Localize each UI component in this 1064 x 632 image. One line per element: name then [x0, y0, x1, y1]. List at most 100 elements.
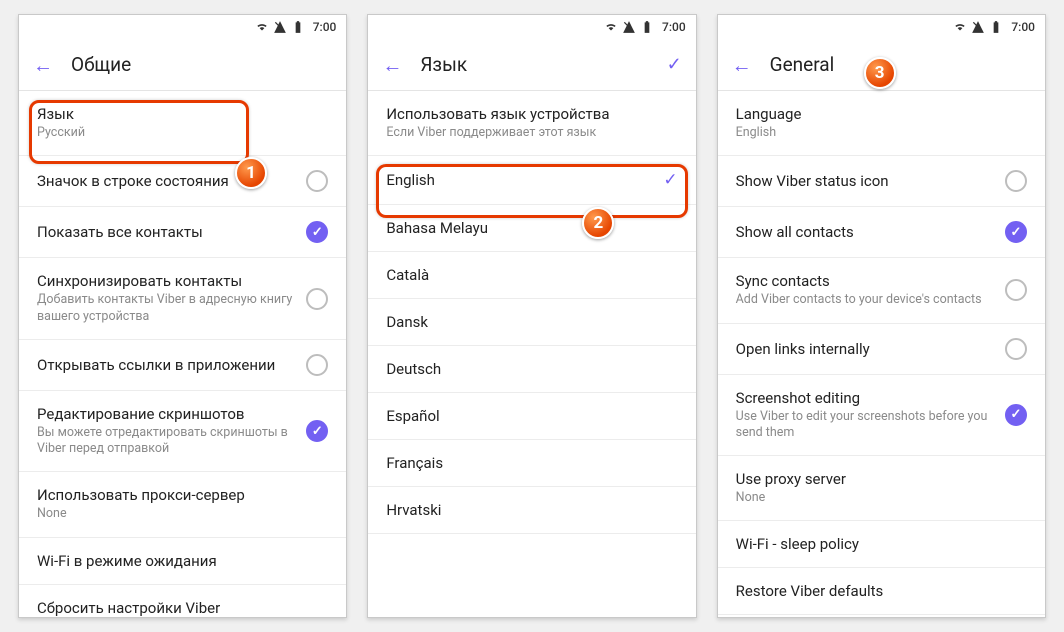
row-sub: None	[736, 490, 1027, 506]
wifi-icon	[953, 20, 967, 34]
back-icon[interactable]: ←	[382, 55, 402, 75]
battery-icon	[291, 20, 305, 34]
wifi-icon	[255, 20, 269, 34]
confirm-icon[interactable]: ✓	[667, 54, 682, 75]
row-label: Язык	[37, 105, 328, 123]
row-label: Show all contacts	[736, 223, 995, 241]
page-title: Общие	[71, 53, 332, 76]
status-bar: 7:00	[19, 15, 346, 39]
battery-icon	[989, 20, 1003, 34]
appbar: ← General	[718, 39, 1045, 91]
row-sub: Добавить контакты Viber в адресную книгу…	[37, 292, 296, 325]
row-label: Использовать прокси-сервер	[37, 486, 328, 504]
wifi-icon	[604, 20, 618, 34]
row-sub: Если Viber поддерживает этот язык	[386, 125, 677, 141]
status-bar: 7:00	[368, 15, 695, 39]
language-label: Hrvatski	[386, 501, 677, 519]
language-row[interactable]: Hrvatski	[368, 487, 695, 534]
settings-row[interactable]: Сбросить настройки Viber	[19, 585, 346, 618]
row-sub: Use Viber to edit your screenshots befor…	[736, 409, 995, 442]
settings-row[interactable]: Screenshot editing Use Viber to edit your…	[718, 375, 1045, 457]
language-label: Bahasa Melayu	[386, 219, 677, 237]
signal-icon	[273, 20, 287, 34]
row-label: Синхронизировать контакты	[37, 272, 296, 290]
settings-row[interactable]: Show Viber status icon	[718, 156, 1045, 207]
settings-row[interactable]: Use proxy server None	[718, 456, 1045, 521]
back-icon[interactable]: ←	[33, 55, 53, 75]
language-label: Català	[386, 266, 677, 284]
settings-list: ЯзыкРусский Значок в строке состояния Пока…	[19, 91, 346, 617]
appbar: ← Общие	[19, 39, 346, 91]
battery-icon	[640, 20, 654, 34]
page-title: General	[770, 53, 1031, 76]
toggle-switch[interactable]	[1005, 279, 1027, 301]
language-row[interactable]: Català	[368, 252, 695, 299]
settings-row[interactable]: Wi-Fi - sleep policy	[718, 521, 1045, 568]
use-device-language-row[interactable]: Использовать язык устройства Если Viber …	[368, 91, 695, 156]
settings-row[interactable]: Использовать прокси-сервер None	[19, 472, 346, 537]
language-label: Español	[386, 407, 677, 425]
row-label: Open links internally	[736, 340, 995, 358]
row-label: Sync contacts	[736, 272, 995, 290]
row-label: Значок в строке состояния	[37, 172, 296, 190]
row-label: Use proxy server	[736, 470, 1027, 488]
phone-screen-2: 7:00 ← Язык ✓ Использовать язык устройст…	[367, 14, 696, 618]
row-sub: Add Viber contacts to your device's cont…	[736, 292, 995, 308]
row-label: Показать все контакты	[37, 223, 296, 241]
settings-row[interactable]: LanguageEnglish	[718, 91, 1045, 156]
row-label: Screenshot editing	[736, 389, 995, 407]
row-sub: English	[736, 125, 1027, 141]
settings-row[interactable]: Синхронизировать контакты Добавить контак…	[19, 258, 346, 340]
language-label: Français	[386, 454, 677, 472]
language-label: Dansk	[386, 313, 677, 331]
back-icon[interactable]: ←	[732, 55, 752, 75]
toggle-switch[interactable]	[306, 288, 328, 310]
row-label: Show Viber status icon	[736, 172, 995, 190]
signal-icon	[622, 20, 636, 34]
row-sub: None	[37, 506, 328, 522]
page-title: Язык	[420, 53, 648, 76]
language-label: Deutsch	[386, 360, 677, 378]
settings-row[interactable]: Open links internally	[718, 324, 1045, 375]
toggle-switch[interactable]	[1005, 170, 1027, 192]
row-label: Использовать язык устройства	[386, 105, 677, 123]
settings-row[interactable]: Редактирование скриншотов Вы можете отред…	[19, 391, 346, 473]
language-row[interactable]: Bahasa Melayu	[368, 205, 695, 252]
clock: 7:00	[1011, 20, 1035, 34]
settings-row[interactable]: ЯзыкРусский	[19, 91, 346, 156]
settings-row[interactable]: Wi-Fi в режиме ожидания	[19, 538, 346, 585]
appbar: ← Язык ✓	[368, 39, 695, 91]
toggle-switch[interactable]	[306, 170, 328, 192]
toggle-switch[interactable]	[306, 354, 328, 376]
toggle-switch[interactable]	[1005, 338, 1027, 360]
language-row[interactable]: Español	[368, 393, 695, 440]
status-bar: 7:00	[718, 15, 1045, 39]
phone-screen-1: 7:00 ← Общие ЯзыкРусский Значок в строке …	[18, 14, 347, 618]
signal-icon	[971, 20, 985, 34]
toggle-switch[interactable]	[1005, 404, 1027, 426]
language-row[interactable]: Deutsch	[368, 346, 695, 393]
row-label: Редактирование скриншотов	[37, 405, 296, 423]
settings-row[interactable]: Значок в строке состояния	[19, 156, 346, 207]
row-label: Wi-Fi - sleep policy	[736, 535, 1027, 553]
language-list: Использовать язык устройства Если Viber …	[368, 91, 695, 617]
selected-check-icon: ✓	[663, 170, 677, 190]
row-label: Сбросить настройки Viber	[37, 599, 328, 617]
row-label: Restore Viber defaults	[736, 582, 1027, 600]
language-row[interactable]: English✓	[368, 156, 695, 205]
row-label: Открывать ссылки в приложении	[37, 356, 296, 374]
toggle-switch[interactable]	[306, 420, 328, 442]
settings-row[interactable]: Показать все контакты	[19, 207, 346, 258]
settings-row[interactable]: Открывать ссылки в приложении	[19, 340, 346, 391]
language-row[interactable]: Français	[368, 440, 695, 487]
toggle-switch[interactable]	[306, 221, 328, 243]
language-row[interactable]: Dansk	[368, 299, 695, 346]
settings-row[interactable]: Sync contacts Add Viber contacts to your …	[718, 258, 1045, 323]
row-label: Wi-Fi в режиме ожидания	[37, 552, 328, 570]
clock: 7:00	[662, 20, 686, 34]
toggle-switch[interactable]	[1005, 221, 1027, 243]
settings-row[interactable]: Show all contacts	[718, 207, 1045, 258]
row-sub: Вы можете отредактировать скриншоты в Vi…	[37, 425, 296, 458]
settings-row[interactable]: Restore Viber defaults	[718, 568, 1045, 615]
clock: 7:00	[313, 20, 337, 34]
